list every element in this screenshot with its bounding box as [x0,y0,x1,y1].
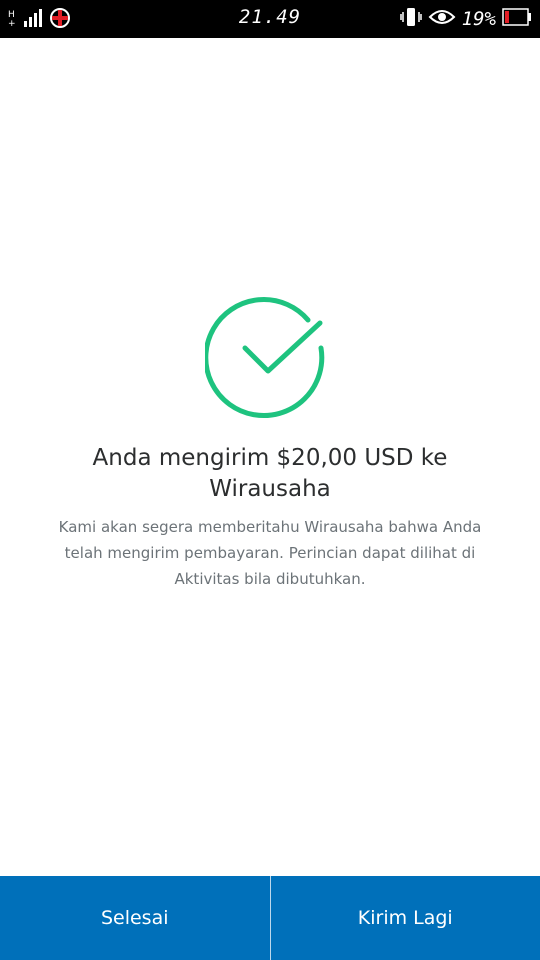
confirmation-headline: Anda mengirim $20,00 USD ke Wirausaha [92,445,448,502]
vibrate-icon [399,6,422,32]
payment-success-screen: Anda mengirim $20,00 USD ke Wirausaha Ka… [0,38,540,876]
done-button[interactable]: Selesai [0,876,270,960]
eye-icon [428,7,456,31]
confirmation-message: Kami akan segera memberitahu Wirausaha b… [58,518,482,588]
action-bar: Selesai Kirim Lagi [0,876,540,960]
battery-icon [502,8,532,30]
status-right: 19% [399,6,532,32]
send-again-button[interactable]: Kirim Lagi [271,876,540,960]
battery-percent: 19% [461,8,496,30]
check-circle-icon [203,293,335,423]
status-bar: H+ 21.49 19% [0,0,540,38]
